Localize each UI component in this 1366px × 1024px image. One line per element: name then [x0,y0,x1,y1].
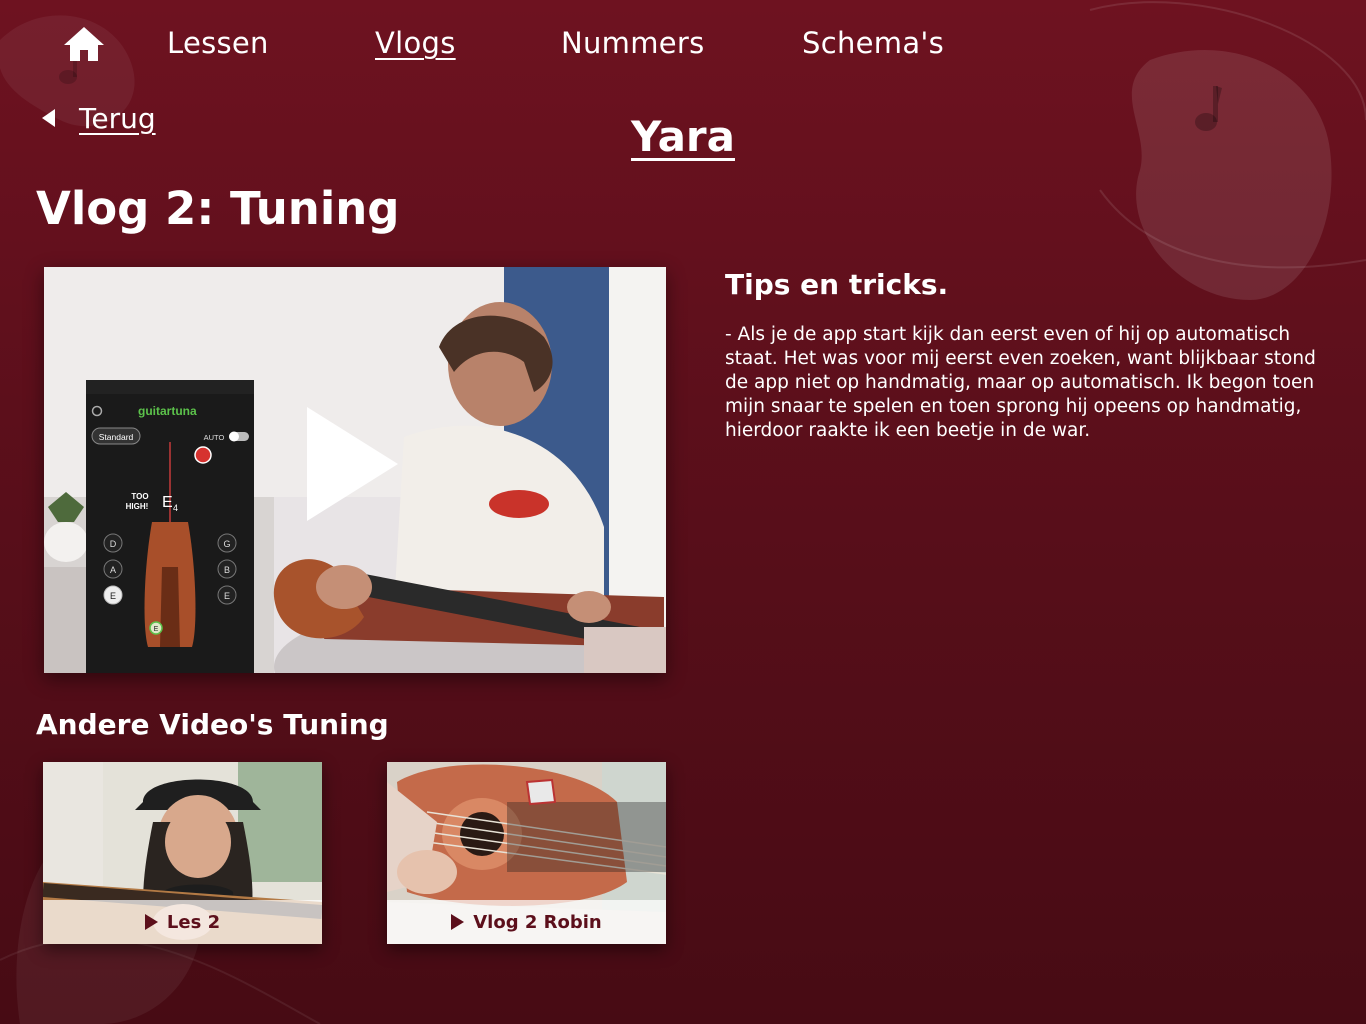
related-video-les-2[interactable]: Les 2 [43,762,322,944]
video-thumbnail: guitartuna Standard AUTO TOO HIGH! E 4 D… [44,267,666,673]
nav-lessen[interactable]: Lessen [167,26,269,60]
svg-text:E: E [110,591,116,601]
video-label: Les 2 [166,911,221,933]
strings-left: D A E [103,533,123,605]
video-label: Vlog 2 Robin [473,911,602,933]
related-videos-title: Andere Video's Tuning [36,708,389,741]
tips-body: - Als je de app start kijk dan eerst eve… [725,324,1316,441]
play-icon [451,914,465,930]
related-video-vlog-2-robin[interactable]: Vlog 2 Robin [387,762,666,944]
nav-nummers[interactable]: Nummers [561,26,705,60]
author-name[interactable]: Yara [631,112,735,161]
nav-vlogs[interactable]: Vlogs [375,26,456,60]
nav-schemas[interactable]: Schema's [802,26,944,60]
app-name: guitartuna [138,404,197,418]
svg-text:A: A [110,565,116,575]
tuner-status-2: HIGH! [126,502,149,511]
tuner-status-1: TOO [131,492,148,501]
top-navigation: Lessen Vlogs Nummers Schema's [0,0,1366,90]
tuner-octave: 4 [173,503,178,513]
video-player[interactable]: guitartuna Standard AUTO TOO HIGH! E 4 D… [44,267,666,673]
video-label-bar: Vlog 2 Robin [387,900,666,944]
svg-text:E: E [224,591,230,601]
svg-text:B: B [224,565,230,575]
page-title: Vlog 2: Tuning [36,182,400,235]
home-icon[interactable] [62,24,106,64]
svg-text:D: D [110,539,117,549]
tips-title: Tips en tricks. [725,268,949,301]
author-heading: Yara [0,112,1366,161]
tuning-mode: Standard [99,432,134,442]
tuner-note: E [162,494,173,511]
auto-label: AUTO [204,433,225,442]
tuner-marker: E [154,626,159,633]
video-label-bar: Les 2 [43,900,322,944]
svg-text:G: G [223,539,230,549]
strings-right: G B E [217,533,237,605]
play-icon [144,914,158,930]
